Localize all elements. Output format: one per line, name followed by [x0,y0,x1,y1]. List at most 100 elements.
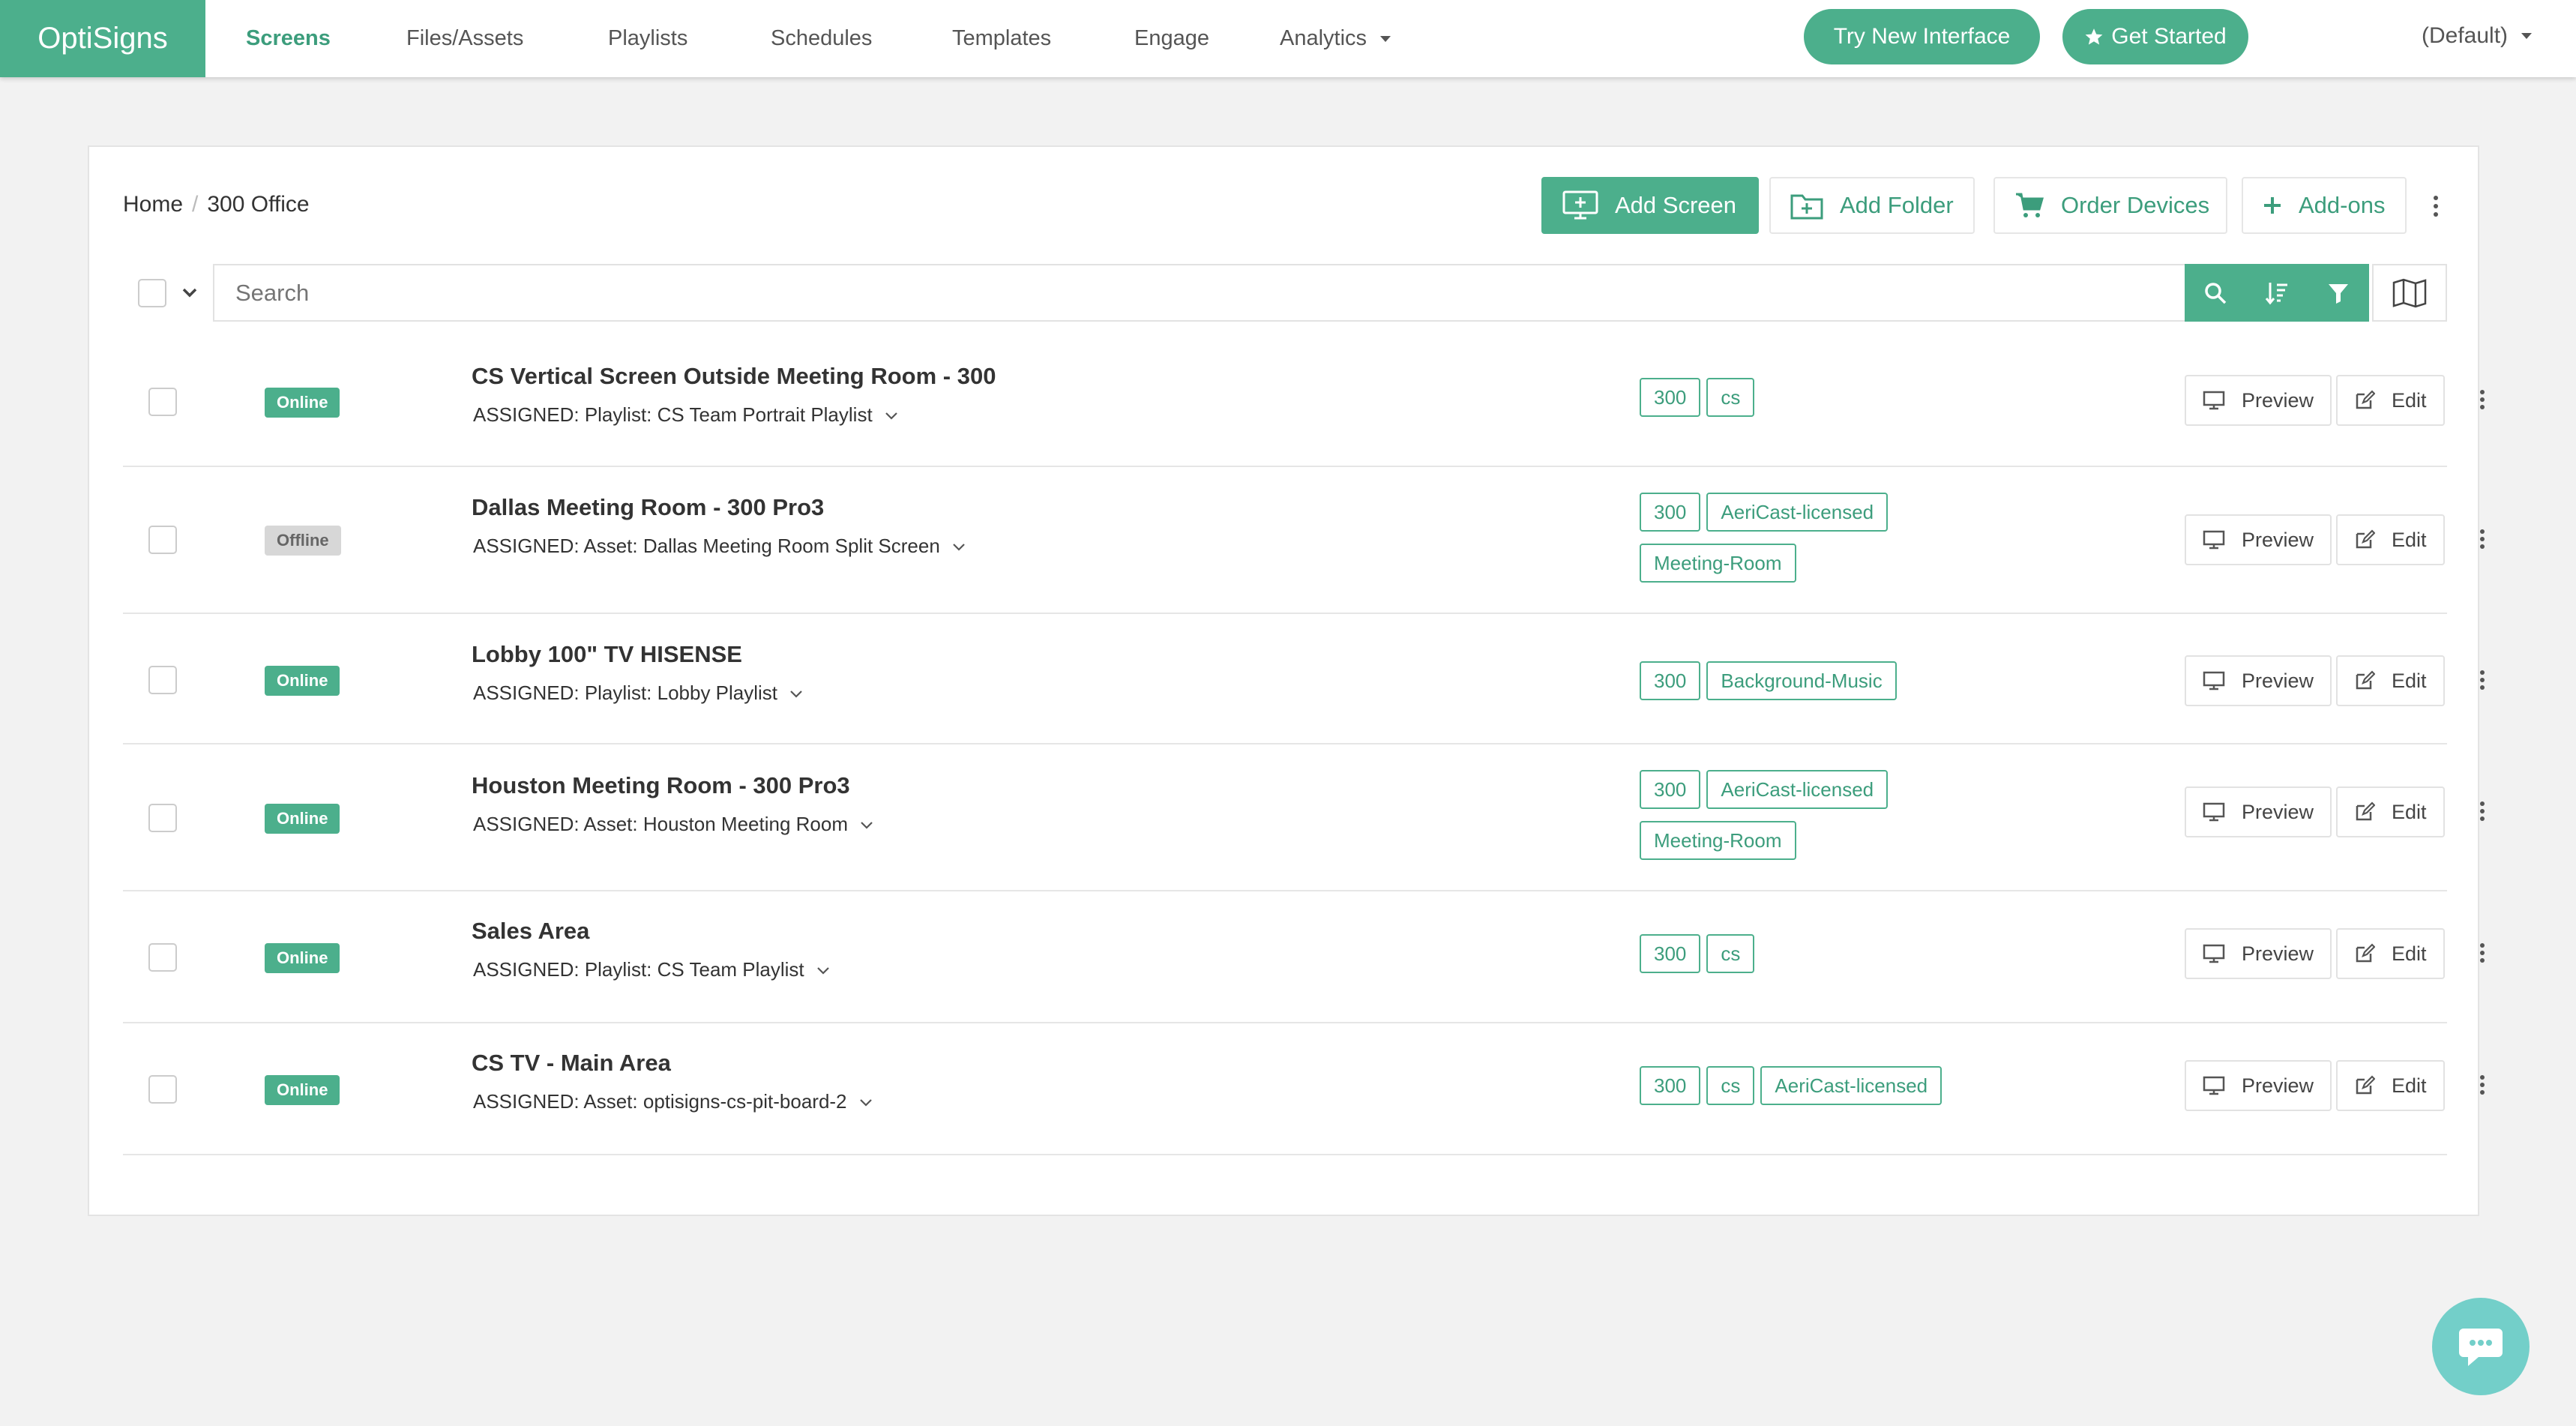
get-started-button[interactable]: Get Started [2062,9,2248,64]
tag[interactable]: 300 [1640,1066,1701,1105]
assigned-content-dropdown[interactable]: ASSIGNED: Asset: Dallas Meeting Room Spl… [473,535,966,558]
add-screen-button[interactable]: Add Screen [1541,177,1759,234]
nav-templates[interactable]: Templates [952,0,1051,77]
tag[interactable]: 300 [1640,770,1701,809]
assigned-content-label: ASSIGNED: Playlist: CS Team Portrait Pla… [473,403,873,426]
status-badge: Offline [265,526,341,556]
tag-list: 300 cs [1640,378,2164,417]
screen-name[interactable]: Houston Meeting Room - 300 Pro3 [472,772,850,799]
edit-label: Edit [2392,942,2427,965]
tag[interactable]: cs [1706,378,1755,417]
edit-icon [2356,943,2375,963]
more-options-icon[interactable] [2425,189,2447,223]
row-checkbox[interactable] [148,666,177,694]
nav-engage[interactable]: Engage [1134,0,1209,77]
edit-button[interactable]: Edit [2336,655,2445,706]
screen-row[interactable]: Offline Dallas Meeting Room - 300 Pro3 A… [123,467,2485,614]
breadcrumb-home[interactable]: Home [123,192,183,217]
screen-row[interactable]: Online CS Vertical Screen Outside Meetin… [123,337,2485,467]
row-checkbox[interactable] [148,804,177,832]
plus-icon [2263,196,2282,215]
edit-button[interactable]: Edit [2336,375,2445,426]
screen-row[interactable]: Online CS TV - Main Area ASSIGNED: Asset… [123,1023,2485,1155]
chevron-down-icon[interactable] [181,286,198,298]
edit-label: Edit [2392,800,2427,823]
assigned-content-dropdown[interactable]: ASSIGNED: Asset: optisigns-cs-pit-board-… [473,1090,873,1113]
edit-button[interactable]: Edit [2336,1060,2445,1111]
brand-logo[interactable]: OptiSigns [0,0,205,77]
status-badge: Online [265,666,340,696]
tag[interactable]: Meeting-Room [1640,544,1796,583]
filter-button[interactable] [2308,264,2369,322]
monitor-plus-icon [1562,190,1598,220]
screen-row[interactable]: Online Sales Area ASSIGNED: Playlist: CS… [123,891,2485,1023]
tag[interactable]: AeriCast-licensed [1760,1066,1942,1105]
add-folder-label: Add Folder [1840,192,1954,218]
edit-icon [2356,670,2375,690]
nav-playlists[interactable]: Playlists [608,0,687,77]
tag[interactable]: 300 [1640,661,1701,700]
tag-list: 300 cs [1640,934,2164,973]
order-devices-button[interactable]: Order Devices [1993,177,2227,234]
edit-button[interactable]: Edit [2336,928,2445,979]
monitor-icon [2203,944,2225,963]
sort-icon [2264,280,2290,306]
tag[interactable]: AeriCast-licensed [1706,770,1889,809]
more-options-icon[interactable] [2475,385,2490,415]
screen-name[interactable]: Lobby 100" TV HISENSE [472,641,742,668]
nav-schedules[interactable]: Schedules [771,0,872,77]
preview-button[interactable]: Preview [2185,514,2332,565]
search-input[interactable] [213,264,2185,322]
tag[interactable]: 300 [1640,493,1701,532]
screen-row[interactable]: Online Houston Meeting Room - 300 Pro3 A… [123,744,2485,891]
preview-button[interactable]: Preview [2185,928,2332,979]
tag[interactable]: 300 [1640,378,1701,417]
assigned-content-dropdown[interactable]: ASSIGNED: Asset: Houston Meeting Room [473,813,873,836]
row-checkbox[interactable] [148,1075,177,1104]
tag[interactable]: cs [1706,1066,1755,1105]
edit-button[interactable]: Edit [2336,514,2445,565]
sort-button[interactable] [2246,264,2308,322]
default-dropdown[interactable]: (Default) [2422,0,2533,72]
more-options-icon[interactable] [2475,524,2490,554]
screen-name[interactable]: CS Vertical Screen Outside Meeting Room … [472,363,996,390]
chevron-down-icon [2521,33,2533,39]
more-options-icon[interactable] [2475,665,2490,695]
preview-button[interactable]: Preview [2185,655,2332,706]
assigned-content-dropdown[interactable]: ASSIGNED: Playlist: CS Team Playlist [473,958,830,981]
screen-name[interactable]: CS TV - Main Area [472,1050,671,1077]
nav-screens[interactable]: Screens [246,0,331,77]
try-new-interface-button[interactable]: Try New Interface [1804,9,2040,64]
row-checkbox[interactable] [148,388,177,416]
tag[interactable]: Meeting-Room [1640,821,1796,860]
screen-name[interactable]: Dallas Meeting Room - 300 Pro3 [472,494,824,521]
row-checkbox[interactable] [148,526,177,554]
edit-button[interactable]: Edit [2336,786,2445,837]
more-options-icon[interactable] [2475,938,2490,968]
screen-name[interactable]: Sales Area [472,918,589,945]
screen-row[interactable]: Online Lobby 100" TV HISENSE ASSIGNED: P… [123,614,2485,744]
assigned-content-dropdown[interactable]: ASSIGNED: Playlist: CS Team Portrait Pla… [473,403,898,427]
search-button[interactable] [2185,264,2246,322]
tag[interactable]: AeriCast-licensed [1706,493,1889,532]
shopping-cart-icon [2014,192,2044,219]
nav-analytics-dropdown[interactable]: Analytics [1280,0,1391,77]
edit-label: Edit [2392,528,2427,551]
chat-launcher-button[interactable] [2432,1298,2530,1395]
row-checkbox[interactable] [148,943,177,972]
add-folder-button[interactable]: Add Folder [1769,177,1975,234]
tag[interactable]: cs [1706,934,1755,973]
assigned-content-dropdown[interactable]: ASSIGNED: Playlist: Lobby Playlist [473,682,803,705]
nav-files-assets[interactable]: Files/Assets [406,0,523,77]
more-options-icon[interactable] [2475,796,2490,826]
tag[interactable]: 300 [1640,934,1701,973]
select-all-checkbox[interactable] [138,279,166,307]
addons-button[interactable]: Add-ons [2242,177,2407,234]
preview-button[interactable]: Preview [2185,1060,2332,1111]
more-options-icon[interactable] [2475,1070,2490,1100]
map-view-button[interactable] [2372,264,2447,322]
tag[interactable]: Background-Music [1706,661,1897,700]
tag-list: 300 AeriCast-licensed Meeting-Room [1640,770,2164,860]
preview-button[interactable]: Preview [2185,786,2332,837]
preview-button[interactable]: Preview [2185,375,2332,426]
